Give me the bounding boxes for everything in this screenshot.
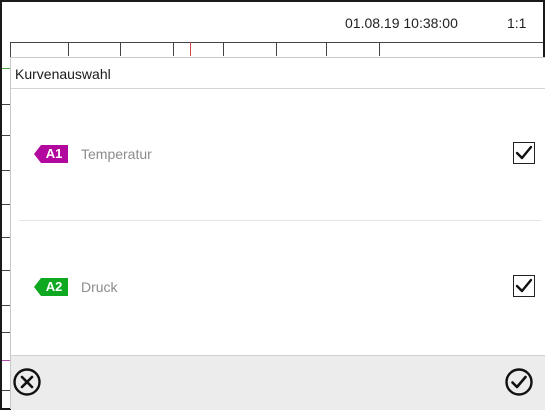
- status-bar: 01.08.19 10:38:00 1:1: [2, 2, 543, 42]
- curve-selection-dialog: Kurvenauswahl A1 Temperatur A2 Druck: [10, 57, 545, 410]
- chart-axis-tick: [2, 135, 10, 136]
- chart-axis-tick: [2, 360, 10, 361]
- chart-grid-line: [173, 42, 174, 56]
- chart-axis-tick: [2, 104, 10, 105]
- chart-axis-tick: [2, 204, 10, 205]
- confirm-button[interactable]: [504, 367, 534, 397]
- chart-grid-line: [326, 42, 327, 56]
- chart-grid-line: [120, 42, 121, 56]
- chart-axis-tick: [2, 237, 10, 238]
- chart-grid-line: [68, 42, 69, 56]
- curve-badge-a2: A2: [34, 278, 68, 296]
- device-screen: 01.08.19 10:38:00 1:1 Kurvenauswahl A1 T…: [0, 0, 545, 410]
- date-time-display: 01.08.19 10:38:00: [345, 15, 458, 31]
- chart-marker-line: [190, 42, 191, 56]
- curve-row-a1[interactable]: A1 Temperatur: [11, 89, 545, 221]
- curve-label-temperature: Temperatur: [81, 146, 152, 162]
- curve-badge-a1: A1: [34, 145, 68, 163]
- dialog-title: Kurvenauswahl: [15, 66, 111, 82]
- chart-axis-tick: [2, 332, 10, 333]
- cancel-button[interactable]: [12, 367, 42, 397]
- curve-row-a2[interactable]: A2 Druck: [11, 221, 545, 353]
- checkmark-icon: [515, 278, 533, 293]
- cancel-circle-x-icon: [13, 368, 41, 396]
- curve-badge-label: A2: [45, 279, 63, 294]
- chart-axis-tick: [2, 305, 10, 306]
- curve-checkbox-a2[interactable]: [513, 275, 535, 297]
- zoom-level-indicator[interactable]: 1:1: [507, 15, 526, 31]
- dialog-footer: [11, 355, 545, 410]
- chart-axis-tick: [2, 270, 10, 271]
- chart-axis-tick: [2, 68, 10, 69]
- chart-axis-tick: [2, 390, 10, 391]
- chart-grid-line: [276, 42, 277, 56]
- chart-grid-line: [223, 42, 224, 56]
- confirm-circle-check-icon: [505, 368, 533, 396]
- dialog-header: Kurvenauswahl: [11, 58, 545, 89]
- checkmark-icon: [515, 145, 533, 160]
- chart-grid-line: [379, 42, 380, 56]
- curve-badge-label: A1: [45, 146, 63, 161]
- chart-axis-tick: [2, 170, 10, 171]
- curve-label-pressure: Druck: [81, 279, 118, 295]
- curve-checkbox-a1[interactable]: [513, 142, 535, 164]
